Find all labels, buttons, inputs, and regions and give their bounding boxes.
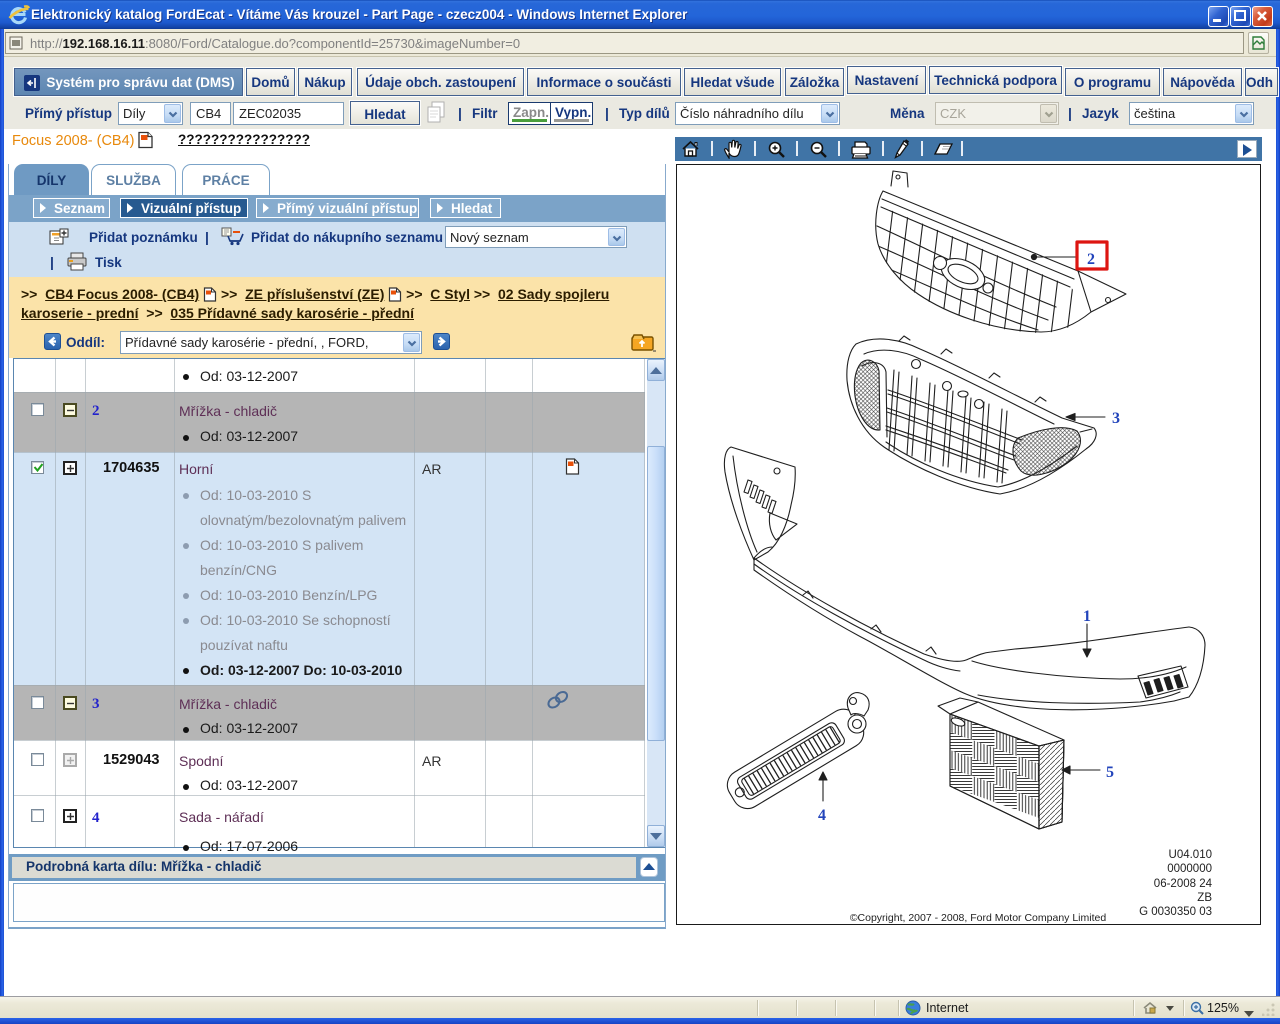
svg-text:ZB: ZB (1197, 892, 1212, 904)
svg-text:©Copyright, 2007 - 2008, Ford: ©Copyright, 2007 - 2008, Ford Motor Comp… (850, 912, 1107, 924)
svg-text:4: 4 (818, 807, 826, 824)
svg-text:06-2008 24: 06-2008 24 (1154, 878, 1213, 890)
svg-text:3: 3 (1112, 410, 1120, 427)
svg-text:1: 1 (1083, 608, 1091, 625)
svg-text:G 0030350 03: G 0030350 03 (1139, 906, 1212, 918)
svg-text:U04.010: U04.010 (1169, 849, 1212, 861)
svg-text:5: 5 (1106, 764, 1114, 781)
svg-text:0000000: 0000000 (1167, 863, 1212, 875)
svg-text:2: 2 (1087, 251, 1095, 268)
